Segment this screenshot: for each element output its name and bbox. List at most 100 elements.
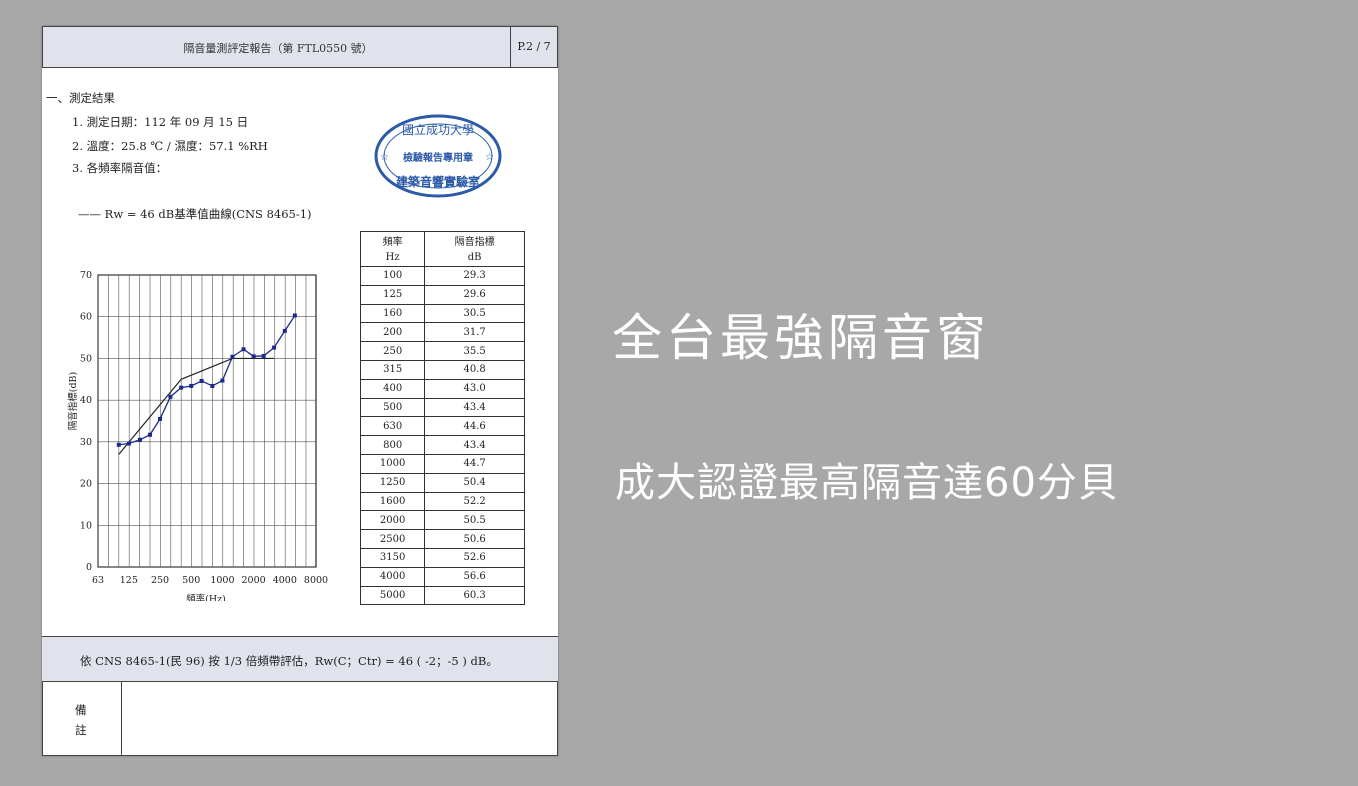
temperature-humidity: 2. 溫度：25.8 ℃ / 濕度：57.1 %RH — [72, 139, 268, 153]
x-tick-label: 500 — [182, 575, 200, 586]
remark-label-cell: 備註 — [43, 682, 122, 755]
table-row: 1600 52.2 — [359, 491, 525, 512]
table-row: 4000 56.6 — [359, 566, 525, 587]
data-point — [241, 347, 246, 352]
table-unit-row: Hz dB — [359, 249, 525, 267]
col-frequency-header: 頻率 — [359, 231, 426, 249]
index-cell: 31.7 — [424, 322, 525, 343]
frequency-cell: 3150 — [359, 547, 426, 568]
headline-subtitle: 成大認證最高隔音達60分貝 — [615, 460, 1119, 506]
frequency-cell: 125 — [359, 284, 426, 305]
data-point — [158, 416, 163, 421]
data-point — [126, 441, 131, 446]
seal-star-right: ☆ — [485, 152, 494, 163]
data-point — [292, 313, 297, 318]
table-row: 250 35.5 — [359, 341, 525, 361]
y-tick-label: 20 — [80, 479, 92, 490]
headline-title: 全台最強隔音窗 — [612, 309, 990, 367]
frequency-cell: 200 — [359, 322, 426, 343]
frequency-cell: 315 — [359, 359, 426, 380]
measured-curve — [118, 315, 296, 446]
reference-curve — [118, 357, 275, 455]
frequency-cell: 400 — [359, 378, 426, 399]
frequency-cell: 2500 — [359, 529, 426, 549]
x-tick-label: 125 — [120, 575, 138, 586]
frequency-cell: 250 — [359, 341, 426, 361]
seal-middle-text: 檢驗報告專用章 — [403, 151, 473, 164]
table-row: 3150 52.6 — [359, 547, 525, 568]
chart-grid — [97, 274, 317, 568]
data-point — [137, 437, 142, 442]
x-axis-label: 頻率(Hz) — [186, 593, 226, 601]
table-row: 1000 44.7 — [359, 453, 525, 474]
col-index-header: 隔音指標 — [424, 231, 525, 249]
x-tick-label: 2000 — [242, 575, 266, 586]
plot-frame — [97, 274, 317, 568]
index-cell: 56.6 — [424, 566, 525, 587]
chart-ticks: 0 10 20 30 40 50 60 70 63 125 250 500 1000 2000 4000 80… — [80, 270, 328, 586]
y-tick-label: 0 — [86, 562, 92, 573]
frequency-cell: 1250 — [359, 472, 426, 493]
index-cell: 50.5 — [424, 510, 525, 531]
x-tick-label: 8000 — [304, 575, 328, 586]
index-cell: 35.5 — [424, 341, 525, 361]
col-frequency-unit: Hz — [359, 249, 426, 267]
frequency-cell: 160 — [359, 303, 426, 324]
table-row: 315 40.8 — [359, 359, 525, 380]
data-point — [116, 442, 121, 447]
seal-top-text: 國立成功大學 — [402, 122, 474, 137]
frequency-table: 頻率 隔音指標 Hz dB 100 29.3 125 29.6 160 30.5 200 31… — [359, 231, 525, 606]
section-title: 一、測定結果 — [46, 91, 115, 105]
data-point — [179, 385, 184, 390]
data-point — [272, 345, 277, 350]
index-cell: 29.3 — [424, 266, 525, 286]
chart-series — [116, 313, 297, 455]
data-point — [147, 432, 152, 437]
test-report-document: 隔音量測評定報告（第 FTL0550 號） P.2 / 7 一、測定結果 1. … — [42, 26, 558, 756]
sound-insulation-chart: 0 10 20 30 40 50 60 70 63 125 250 500 1000 2000 4000 80… — [67, 270, 328, 601]
y-tick-label: 30 — [80, 437, 92, 448]
evaluation-result-text: 依 CNS 8465-1(民 96) 按 1/3 倍頻帶評估，Rw(C；Ctr)… — [80, 654, 498, 668]
table-row: 630 44.6 — [359, 416, 525, 437]
table-row: 100 29.3 — [359, 266, 525, 286]
frequency-cell: 800 — [359, 435, 426, 455]
x-tick-label: 1000 — [210, 575, 234, 586]
table-row: 1250 50.4 — [359, 472, 525, 493]
index-cell: 50.6 — [424, 529, 525, 549]
data-point — [189, 383, 194, 388]
data-point — [230, 354, 235, 359]
index-cell: 43.4 — [424, 397, 525, 418]
index-cell: 44.6 — [424, 416, 525, 437]
y-tick-label: 10 — [80, 520, 92, 531]
index-cell: 52.6 — [424, 547, 525, 568]
index-cell: 60.3 — [424, 585, 525, 606]
y-tick-label: 50 — [80, 353, 92, 364]
data-point — [210, 383, 215, 388]
page-number: P.2 / 7 — [510, 27, 557, 67]
index-cell: 52.2 — [424, 491, 525, 512]
table-row: 800 43.4 — [359, 435, 525, 455]
chart-legend: —— Rw = 46 dB基準值曲線(CNS 8465-1) — [78, 207, 312, 221]
table-row: 200 31.7 — [359, 322, 525, 343]
data-point — [282, 328, 287, 333]
frequency-cell: 630 — [359, 416, 426, 437]
y-tick-label: 70 — [80, 270, 92, 281]
test-date: 1. 測定日期：112 年 09 月 15 日 — [72, 115, 249, 129]
table-row: 2000 50.5 — [359, 510, 525, 531]
seal-star-left: ☆ — [380, 152, 389, 163]
data-point — [261, 353, 266, 358]
frequency-cell: 500 — [359, 397, 426, 418]
report-header: 隔音量測評定報告（第 FTL0550 號） P.2 / 7 — [42, 26, 558, 68]
x-tick-label: 250 — [151, 575, 169, 586]
table-row: 2500 50.6 — [359, 529, 525, 549]
x-tick-label: 63 — [92, 575, 104, 586]
frequency-cell: 1600 — [359, 491, 426, 512]
report-title: 隔音量測評定報告（第 FTL0550 號） — [183, 42, 373, 55]
index-cell: 43.4 — [424, 435, 525, 455]
remark-box: 備註 — [42, 682, 558, 756]
index-cell: 44.7 — [424, 453, 525, 474]
frequency-cell: 1000 — [359, 453, 426, 474]
frequency-cell: 100 — [359, 266, 426, 286]
x-tick-label: 4000 — [273, 575, 297, 586]
seal-bottom-text: 建築音響實驗室 — [395, 174, 480, 189]
